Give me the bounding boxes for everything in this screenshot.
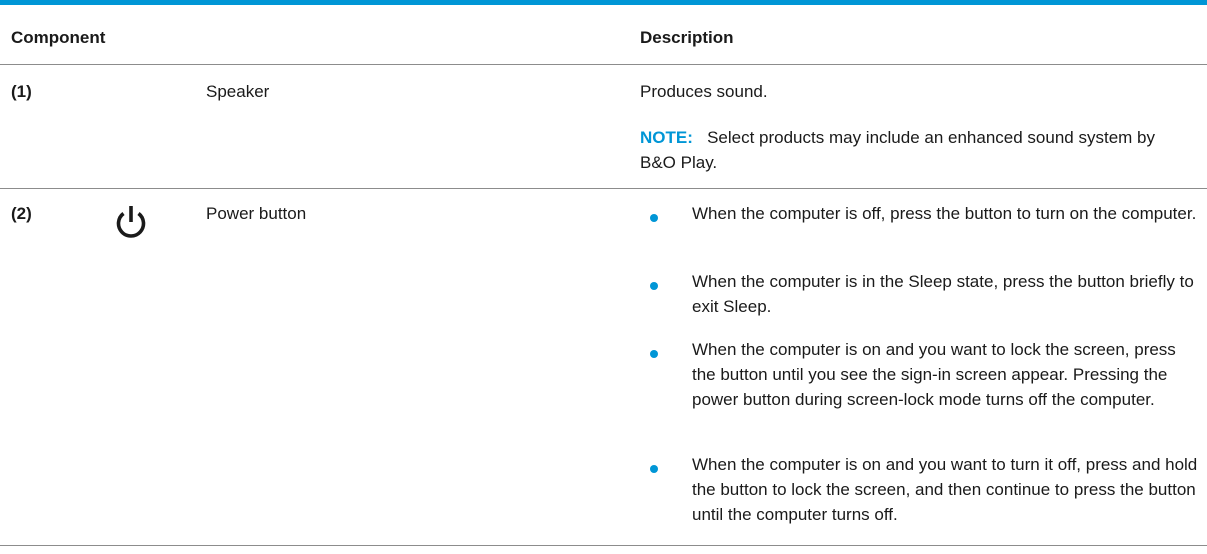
bullet-item-2: When the computer is in the Sleep state,…: [692, 272, 1194, 316]
row-1-component: Speaker: [206, 82, 270, 101]
component-table: Component Description (1) Speaker Produc…: [0, 0, 1207, 554]
row-2-component: Power button: [206, 204, 307, 223]
row-divider: [0, 188, 1207, 189]
note-label: NOTE:: [640, 128, 693, 147]
header-divider: [0, 64, 1207, 65]
row-1-note: NOTE: Select products may include an enh…: [640, 125, 1160, 175]
table-bottom-rule: [0, 545, 1207, 546]
header-description: Description: [640, 28, 734, 47]
bullet-item-1: When the computer is off, press the butt…: [692, 204, 1197, 223]
header-component: Component: [11, 28, 106, 47]
bullet-marker: [650, 350, 658, 358]
power-icon: [113, 205, 149, 248]
row-2-number: (2): [11, 204, 32, 223]
bullet-marker: [650, 465, 658, 473]
bullet-item-3: When the computer is on and you want to …: [692, 340, 1176, 409]
bullet-marker: [650, 282, 658, 290]
note-text: Select products may include an enhanced …: [640, 128, 1155, 172]
bullet-item-4: When the computer is on and you want to …: [692, 455, 1198, 524]
table-top-rule: [0, 0, 1207, 5]
row-1-number: (1): [11, 82, 32, 101]
bullet-marker: [650, 214, 658, 222]
row-1-description: Produces sound.: [640, 82, 768, 101]
